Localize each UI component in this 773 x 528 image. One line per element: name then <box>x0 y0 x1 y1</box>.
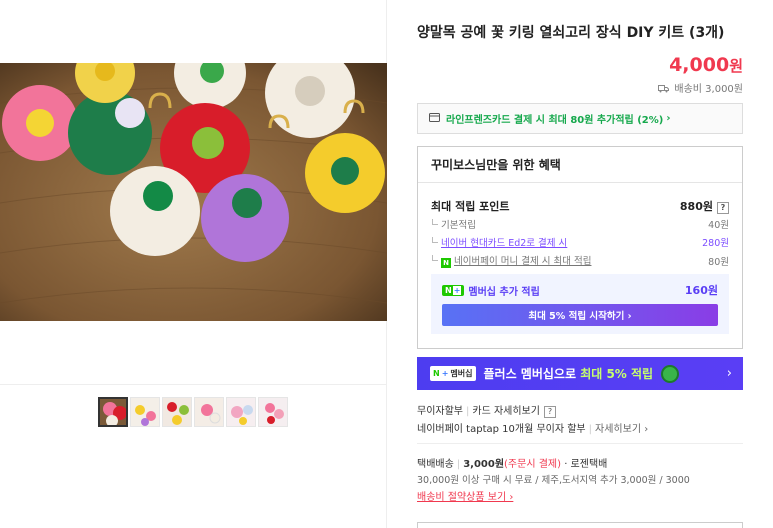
delivery-method: 택배배송 <box>417 459 454 470</box>
thumbnail-5[interactable] <box>226 397 256 427</box>
free-shipping-condition: 30,000원 이상 구매 시 무료 / 제주,도서지역 추가 3,000원 /… <box>417 475 690 486</box>
chevron-right-icon: › <box>666 113 671 124</box>
installment-detail-link[interactable]: 자세히보기 › <box>595 424 648 435</box>
points-row-value: 40원 <box>708 220 729 231</box>
start-membership-button[interactable]: 최대 5% 적립 시작하기 › <box>442 304 718 326</box>
delivery-price-note: (주문시 결제) <box>504 459 562 470</box>
delivery-carrier: · 로젠택배 <box>564 459 608 470</box>
price-unit: 원 <box>729 57 743 75</box>
plus-membership-banner[interactable]: N + 멤버십 플러스 멤버십으로 최대 5% 적립 › <box>417 357 743 390</box>
thumbnail-6[interactable] <box>258 397 288 427</box>
next-section-box <box>417 522 743 528</box>
points-row-naverpay: N 네이버페이 머니 결제 시 최대 적립 80원 <box>431 253 729 268</box>
price-number: 4,000 <box>669 54 730 76</box>
naverpay-installment-label: 네이버페이 taptap 10개월 무이자 할부 <box>417 424 586 435</box>
chevron-right-icon: › <box>726 366 732 381</box>
help-icon[interactable]: ? <box>543 406 556 418</box>
membership-row: N + 멤버십 추가 적립 160원 <box>442 282 718 298</box>
thumbnail-3[interactable] <box>162 397 192 427</box>
hyundai-card-link[interactable]: 네이버 현대카드 Ed2로 결제 시 <box>431 235 567 249</box>
card-detail-link[interactable]: 카드 자세히보기 <box>472 406 540 417</box>
membership-label: 멤버십 추가 적립 <box>468 286 540 298</box>
benefit-box: 꾸미보스님만을 위한 혜택 최대 적립 포인트 880원? 기본적립 40원 네… <box>417 146 743 349</box>
plus-icon: + <box>441 369 449 378</box>
points-row-value: 280원 <box>702 238 729 249</box>
plus-banner-highlight: 최대 5% 적립 <box>580 367 654 381</box>
installment-label: 무이자할부 <box>417 406 463 417</box>
card-promo-banner[interactable]: 라인프렌즈카드 결제 시 최대 80원 추가적립 (2%) › <box>417 103 743 134</box>
product-title: 양말목 공예 꽃 키링 열쇠고리 장식 DIY 키트 (3개) <box>417 25 725 41</box>
thumbnail-strip <box>98 397 288 427</box>
thumbnail-4[interactable] <box>194 397 224 427</box>
naver-plus-icon: N + <box>442 284 465 296</box>
thumbnail-1[interactable] <box>98 397 128 427</box>
thumbnail-2[interactable] <box>130 397 160 427</box>
naverpay-money-link[interactable]: N 네이버페이 머니 결제 시 최대 적립 <box>431 253 592 268</box>
product-gallery <box>0 0 387 528</box>
membership-value: 160원 <box>684 284 718 297</box>
card-promo-text: 라인프렌즈카드 결제 시 최대 80원 추가적립 (2%) <box>446 115 664 126</box>
max-points-row: 최대 적립 포인트 880원? <box>431 198 729 214</box>
shipping-fee: 배송비 3,000원 <box>658 80 743 95</box>
gallery-divider <box>0 384 387 385</box>
coin-icon <box>661 364 680 383</box>
product-price: 4,000원 <box>669 54 743 76</box>
max-points-label: 최대 적립 포인트 <box>431 200 510 213</box>
points-row-label: 기본적립 <box>432 217 476 231</box>
naverpay-installment-row: 네이버페이 taptap 10개월 무이자 할부 | 자세히보기 › <box>417 424 649 435</box>
naverpay-icon: N <box>441 258 451 268</box>
naver-n-icon: N <box>433 369 440 378</box>
naverpay-money-label: 네이버페이 머니 결제 시 최대 적립 <box>454 256 592 267</box>
shipping-save-link[interactable]: 배송비 절약상품 보기 › <box>417 492 513 503</box>
plus-banner-text: 플러스 멤버십으로 최대 5% 적립 <box>483 367 654 381</box>
shipping-save-row: 배송비 절약상품 보기 › <box>417 488 743 503</box>
help-icon[interactable]: ? <box>717 202 729 214</box>
max-points-value: 880원 <box>679 200 713 213</box>
benefit-heading: 꾸미보스님만을 위한 혜택 <box>418 147 742 183</box>
delivery-price: 3,000원 <box>463 459 505 470</box>
section-divider <box>417 443 743 444</box>
shipping-fee-label: 배송비 3,000원 <box>674 84 743 95</box>
points-row-basic: 기본적립 40원 <box>431 217 729 231</box>
credit-card-icon <box>429 112 440 125</box>
product-main-image[interactable] <box>0 63 387 321</box>
points-row-hyundai-card: 네이버 현대카드 Ed2로 결제 시 280원 <box>431 235 729 249</box>
installment-row: 무이자할부 | 카드 자세히보기? <box>417 402 743 418</box>
delivery-row: 택배배송 | 3,000원(주문시 결제) · 로젠택배 <box>417 459 608 470</box>
membership-box: N + 멤버십 추가 적립 160원 최대 5% 적립 시작하기 › <box>431 274 729 334</box>
truck-icon <box>658 84 674 95</box>
points-row-value: 80원 <box>708 256 729 268</box>
membership-tag: N + 멤버십 <box>430 366 476 381</box>
membership-tag-text: 멤버십 <box>450 369 473 378</box>
